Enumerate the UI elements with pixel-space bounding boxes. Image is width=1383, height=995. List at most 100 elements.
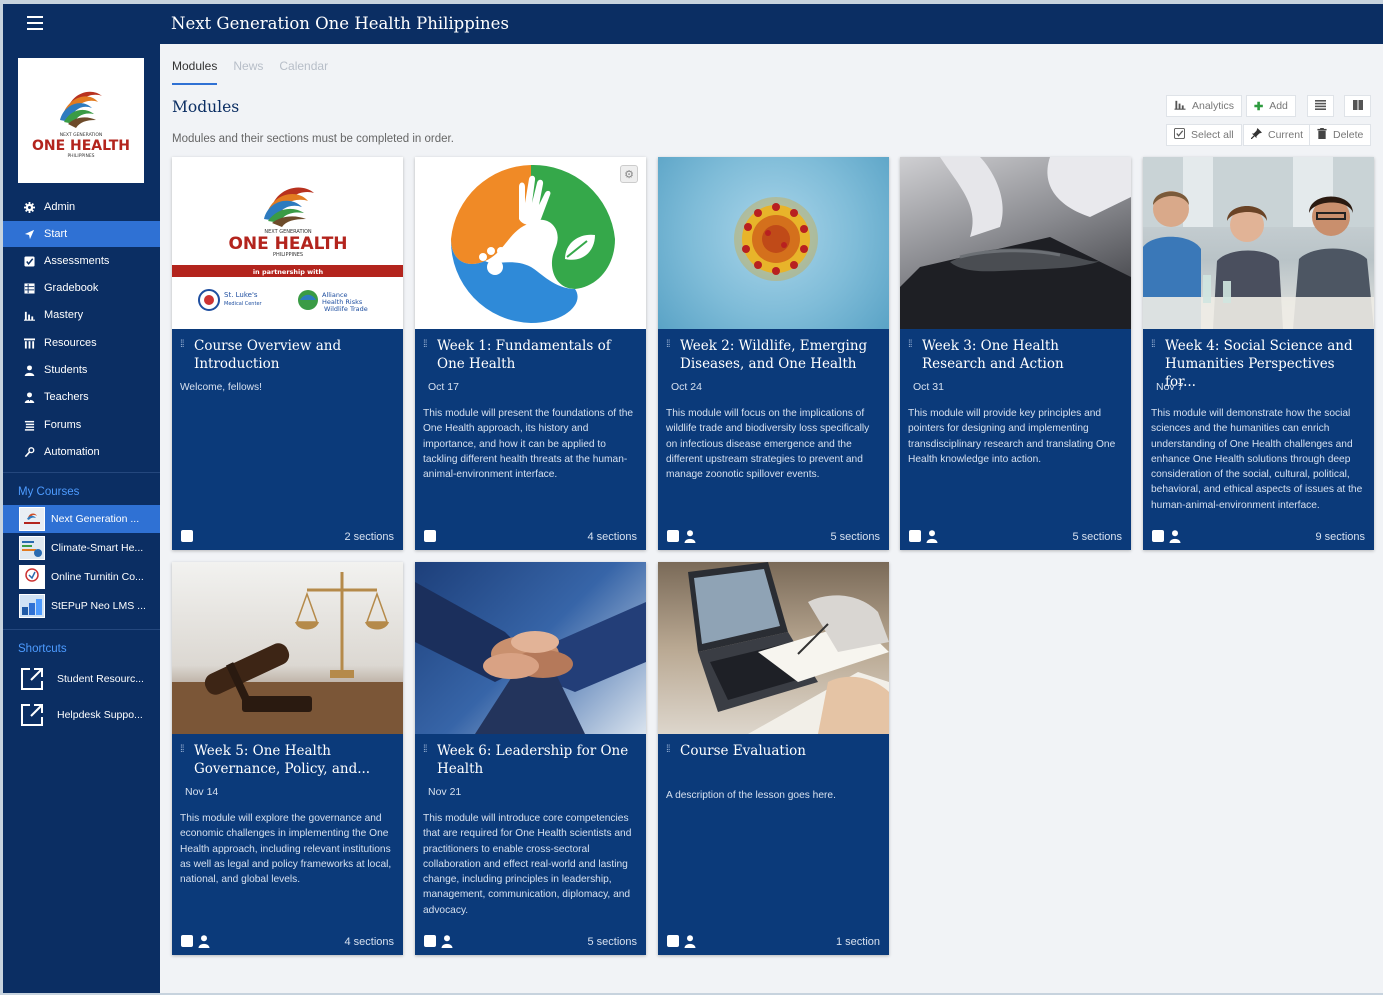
settings-icon[interactable]: ⚙	[620, 165, 638, 183]
module-checkbox[interactable]	[667, 935, 679, 947]
nav-students[interactable]: Students	[3, 357, 160, 383]
divider	[3, 472, 160, 473]
module-date: Nov 14	[185, 786, 219, 798]
bar-chart-icon	[22, 308, 36, 322]
module-checkbox[interactable]	[424, 935, 436, 947]
logo-line-3: PHILIPPINES	[67, 153, 94, 159]
hamburger-menu-icon[interactable]	[27, 16, 43, 30]
nav-resources[interactable]: Resources	[3, 330, 160, 356]
module-card-course-overview[interactable]: NEXT GENERATION ONE HEALTH PHILIPPINES i…	[172, 157, 403, 550]
library-icon	[22, 336, 36, 350]
drag-handle-icon[interactable]: ⁞⁞	[666, 339, 670, 350]
shortcut-helpdesk-support[interactable]: Helpdesk Suppo...	[3, 700, 160, 730]
list-view-button[interactable]	[1307, 95, 1334, 117]
module-checkbox[interactable]	[424, 530, 436, 542]
grid-view-button[interactable]	[1344, 95, 1371, 117]
tab-modules[interactable]: Modules	[172, 59, 218, 85]
nav-admin[interactable]: Admin	[3, 194, 160, 220]
course-item-next-generation[interactable]: Next Generation ...	[3, 505, 160, 533]
drag-handle-icon[interactable]: ⁞⁞	[908, 339, 912, 350]
nav-mastery[interactable]: Mastery	[3, 302, 160, 328]
svg-text:ONE HEALTH: ONE HEALTH	[228, 234, 347, 254]
svg-text:Medical Center: Medical Center	[224, 301, 263, 307]
nav-start[interactable]: Start	[3, 221, 160, 247]
teacher-icon	[22, 390, 36, 404]
nav-label: Teachers	[44, 391, 89, 403]
module-title: Week 5: One Health Governance, Policy, a…	[194, 743, 371, 777]
nav-gradebook[interactable]: Gradebook	[3, 275, 160, 301]
nav-teachers[interactable]: Teachers	[3, 384, 160, 410]
nav-label: Assessments	[44, 255, 110, 267]
analytics-button[interactable]: Analytics	[1166, 95, 1243, 117]
person-icon	[22, 363, 36, 377]
plus-icon: ✚	[1254, 100, 1264, 113]
person-icon	[684, 530, 696, 543]
module-title: Week 4: Social Science and Humanities Pe…	[1165, 338, 1353, 390]
section-count: 5 sections	[1072, 531, 1122, 543]
module-card-week-2[interactable]: ⁞⁞ Week 2: Wildlife, Emerging Diseases, …	[658, 157, 889, 550]
section-count: 4 sections	[344, 936, 394, 948]
grid-view-icon	[1352, 99, 1363, 113]
module-card-course-evaluation[interactable]: ⁞⁞ Course Evaluation A description of th…	[658, 562, 889, 955]
logo-line-2: ONE HEALTH	[32, 138, 130, 154]
course-item-stepup[interactable]: StEPuP Neo LMS ...	[3, 592, 160, 620]
module-card-week-5[interactable]: ⁞⁞ Week 5: One Health Governance, Policy…	[172, 562, 403, 955]
pin-icon	[1250, 128, 1262, 142]
nav-automation[interactable]: Automation	[3, 439, 160, 465]
drag-handle-icon[interactable]: ⁞⁞	[423, 339, 427, 350]
module-checkbox[interactable]	[909, 530, 921, 542]
nav-label: Forums	[44, 419, 82, 431]
tab-calendar[interactable]: Calendar	[279, 59, 328, 83]
module-card-week-1[interactable]: ⚙ ⁞⁞ Week 1: Fundamentals of One Health …	[415, 157, 646, 550]
module-checkbox[interactable]	[1152, 530, 1164, 542]
module-checkbox[interactable]	[667, 530, 679, 542]
module-description: This module will introduce core competen…	[423, 813, 632, 916]
analytics-label: Analytics	[1192, 100, 1235, 112]
module-title: Week 1: Fundamentals of One Health	[437, 338, 611, 372]
drag-handle-icon[interactable]: ⁞⁞	[423, 744, 427, 755]
drag-handle-icon[interactable]: ⁞⁞	[1151, 339, 1155, 350]
drag-handle-icon[interactable]: ⁞⁞	[666, 744, 670, 755]
module-checkbox[interactable]	[181, 530, 193, 542]
trash-icon	[1317, 128, 1327, 142]
nav-assessments[interactable]: Assessments	[3, 248, 160, 274]
navigation-arrow-icon	[22, 227, 36, 241]
course-label: Next Generation ...	[51, 513, 140, 525]
nav-forums[interactable]: Forums	[3, 412, 160, 438]
course-item-climate-smart[interactable]: Climate-Smart He...	[3, 534, 160, 562]
svg-text:Wildlife Trade: Wildlife Trade	[324, 305, 368, 313]
select-all-button[interactable]: Select all	[1166, 124, 1242, 146]
module-description: This module will present the foundations…	[423, 408, 634, 481]
drag-handle-icon[interactable]: ⁞⁞	[180, 339, 184, 350]
module-card-week-6[interactable]: ⁞⁞ Week 6: Leadership for One Health Nov…	[415, 562, 646, 955]
person-icon	[441, 935, 453, 948]
module-cover-image	[658, 562, 889, 734]
course-label: StEPuP Neo LMS ...	[51, 600, 146, 612]
shortcut-student-resources[interactable]: Student Resourc...	[3, 664, 160, 694]
tab-news[interactable]: News	[233, 59, 263, 83]
current-button[interactable]: Current	[1243, 124, 1312, 146]
module-checkbox[interactable]	[181, 935, 193, 947]
add-button[interactable]: ✚ Add	[1246, 95, 1296, 117]
nav-label: Mastery	[44, 309, 84, 321]
course-item-online-turnitin[interactable]: Online Turnitin Co...	[3, 563, 160, 591]
external-link-icon	[19, 666, 45, 692]
checkbox-icon	[22, 254, 36, 268]
bar-chart-icon	[1174, 99, 1186, 113]
module-card-week-3[interactable]: ⁞⁞ Week 3: One Health Research and Actio…	[900, 157, 1131, 550]
shortcuts-heading: Shortcuts	[18, 643, 67, 655]
module-card-week-4[interactable]: ⁞⁞ Week 4: Social Science and Humanities…	[1143, 157, 1374, 550]
delete-button[interactable]: Delete	[1309, 124, 1372, 146]
forum-icon	[22, 418, 36, 432]
current-label: Current	[1268, 129, 1304, 141]
module-description: This module will focus on the implicatio…	[666, 408, 870, 481]
module-description: Welcome, fellows!	[180, 382, 262, 393]
nav-label: Gradebook	[44, 282, 99, 294]
module-description: This module will explore the governance …	[180, 813, 392, 886]
add-label: Add	[1269, 100, 1288, 112]
nav-label: Automation	[44, 446, 100, 458]
drag-handle-icon[interactable]: ⁞⁞	[180, 744, 184, 755]
module-cover-image	[900, 157, 1131, 329]
module-date: Oct 24	[671, 381, 702, 393]
shortcut-label: Student Resourc...	[57, 673, 144, 685]
